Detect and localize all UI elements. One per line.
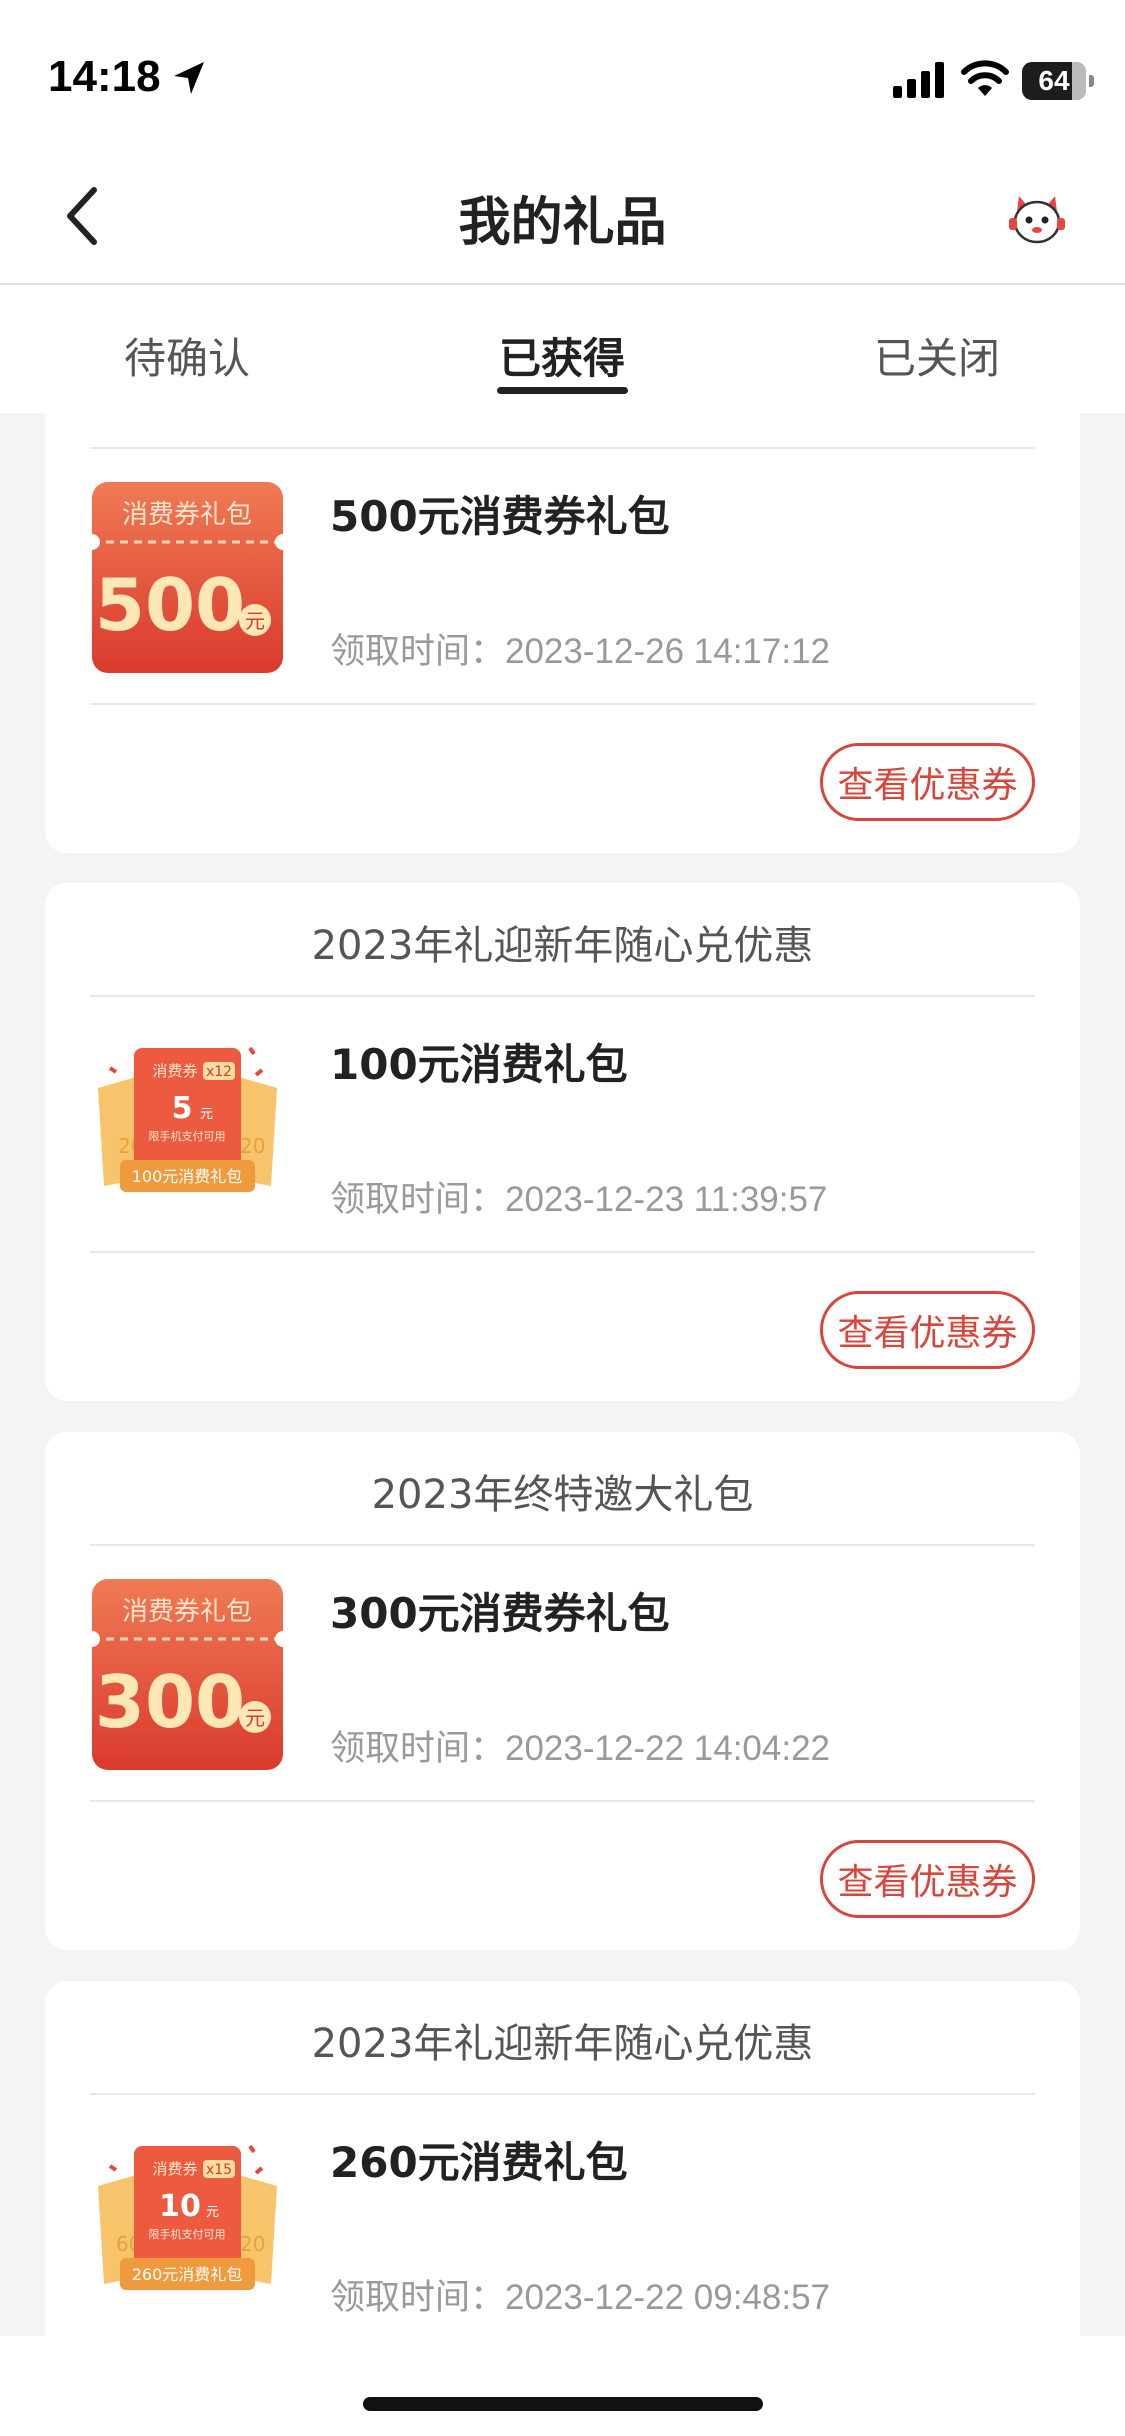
gift-name: 300元消费券礼包 <box>330 1589 670 1638</box>
voucher-top-text: 消费券礼包 <box>122 500 252 530</box>
view-coupon-button[interactable]: 查看优惠券 <box>820 1291 1035 1369</box>
gift-bundle-260-image: 60 20 消费券 x15 10 元 限手机支付可用 260元消费礼包 <box>98 2144 277 2290</box>
card-divider <box>90 703 1035 705</box>
gift-receive-time: 领取时间：2023-12-22 14:04:22 <box>330 1729 830 1768</box>
bundle-amount: 10 <box>159 2189 201 2224</box>
gift-name: 260元消费礼包 <box>330 2138 628 2187</box>
bundle-note: 限手机支付可用 <box>149 2227 226 2241</box>
bundle-unit: 元 <box>200 1107 213 1122</box>
voucher-top-text: 消费券礼包 <box>122 1597 252 1627</box>
tab-closed[interactable]: 已关闭 <box>787 325 1087 386</box>
voucher-unit: 元 <box>245 1706 265 1730</box>
bundle-side-right: 20 <box>240 2232 265 2256</box>
gift-bundle-100-image: 20 20 消费券 x12 5 元 限手机支付可用 100元消费礼包 <box>98 1046 277 1192</box>
gift-name: 500元消费券礼包 <box>330 492 670 541</box>
cellular-signal-icon <box>893 62 944 98</box>
card-divider <box>90 1544 1035 1546</box>
active-tab-indicator <box>497 387 628 394</box>
bundle-label: 100元消费礼包 <box>132 1167 243 1186</box>
tab-obtained[interactable]: 已获得 <box>412 325 712 386</box>
card-divider <box>90 995 1035 997</box>
page-title: 我的礼品 <box>458 193 667 253</box>
bundle-amount: 5 <box>172 1091 193 1126</box>
mascot-service-icon[interactable] <box>1005 186 1069 250</box>
view-coupon-button[interactable]: 查看优惠券 <box>820 743 1035 821</box>
location-arrow-icon <box>174 62 204 94</box>
battery-level: 64 <box>1038 65 1070 96</box>
voucher-amount: 500 <box>95 563 245 647</box>
gift-receive-time: 领取时间：2023-12-22 09:48:57 <box>330 2278 830 2317</box>
battery-indicator: 64 <box>1022 62 1094 100</box>
voucher-unit: 元 <box>245 609 265 633</box>
home-indicator[interactable] <box>363 2397 763 2411</box>
gift-receive-time: 领取时间：2023-12-26 14:17:12 <box>330 632 830 671</box>
wifi-icon <box>961 60 1009 96</box>
tab-bar: 待确认 已获得 已关闭 <box>0 283 1125 413</box>
gift-card: 消费券礼包 500 元 500元消费券礼包 领取时间：2023-12-26 14… <box>45 413 1080 853</box>
gift-campaign-title: 2023年终特邀大礼包 <box>371 1472 754 1518</box>
home-indicator-area <box>0 2336 1125 2436</box>
bundle-count: x15 <box>206 2162 232 2178</box>
gift-card: 2023年礼迎新年随心兑优惠 20 20 消费券 x12 5 元 限手机支付可用… <box>45 883 1080 1401</box>
card-divider <box>90 1800 1035 1802</box>
card-divider <box>90 447 1035 449</box>
bundle-unit: 元 <box>206 2205 219 2220</box>
bundle-tag: 消费券 <box>152 1062 197 1080</box>
gift-receive-time: 领取时间：2023-12-23 11:39:57 <box>330 1180 828 1219</box>
tab-pending[interactable]: 待确认 <box>37 325 337 386</box>
bundle-note: 限手机支付可用 <box>149 1129 226 1143</box>
gift-campaign-title: 2023年礼迎新年随心兑优惠 <box>311 2021 814 2067</box>
voucher-amount: 300 <box>95 1660 245 1744</box>
nav-bar: 我的礼品 <box>0 150 1125 283</box>
voucher-500-image: 消费券礼包 500 元 <box>90 482 285 673</box>
card-divider <box>90 2093 1035 2095</box>
bundle-tag: 消费券 <box>152 2160 197 2178</box>
status-bar: 14:18 64 <box>0 0 1125 150</box>
bundle-side-right: 20 <box>240 1134 265 1158</box>
card-divider <box>90 1251 1035 1253</box>
voucher-300-image: 消费券礼包 300 元 <box>90 1579 285 1770</box>
gift-card: 2023年终特邀大礼包 消费券礼包 300 元 300元消费券礼包 领取时间：2… <box>45 1432 1080 1950</box>
gift-name: 100元消费礼包 <box>330 1040 628 1089</box>
status-time: 14:18 <box>48 52 161 101</box>
bundle-label: 260元消费礼包 <box>132 2265 243 2284</box>
gift-campaign-title: 2023年礼迎新年随心兑优惠 <box>311 923 814 969</box>
view-coupon-button[interactable]: 查看优惠券 <box>820 1840 1035 1918</box>
bundle-count: x12 <box>206 1064 232 1080</box>
gift-card: 2023年礼迎新年随心兑优惠 60 20 消费券 x15 10 元 限手机支付可… <box>45 1981 1080 2381</box>
